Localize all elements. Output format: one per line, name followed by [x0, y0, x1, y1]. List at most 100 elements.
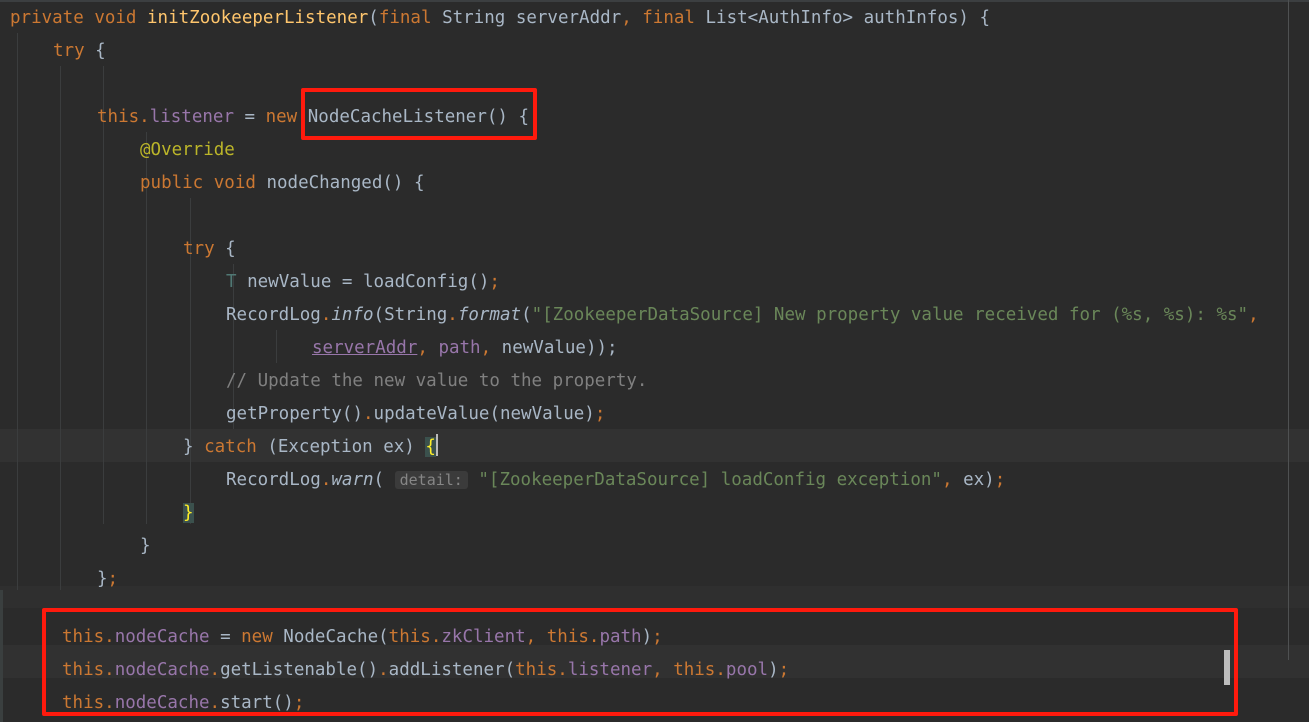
code-line-2[interactable]: try {	[53, 35, 106, 68]
line-highlight-band-2	[0, 586, 1309, 608]
token-call-getproperty: getProperty	[226, 404, 342, 424]
token-assign-1: =	[234, 107, 266, 127]
token-dot-4: .	[362, 404, 374, 424]
token-comma-2: ,	[1248, 305, 1259, 325]
indent-guide-7	[276, 330, 277, 363]
code-line-12[interactable]: // Update the new value to the property.	[226, 365, 647, 398]
token-annotation-override: @Override	[140, 140, 235, 160]
token-param-authinfos: authInfos	[863, 8, 959, 28]
code-line-1[interactable]: private void initZookeeperListener(final…	[10, 2, 990, 35]
inline-parameter-hint-detail[interactable]: detail:	[394, 471, 468, 489]
token-keyword-public: public	[140, 173, 204, 193]
code-line-18[interactable]: };	[97, 563, 118, 596]
token-var-newvalue-decl: newValue =	[236, 272, 363, 292]
token-var-ex-ref: ex	[952, 470, 985, 490]
text-caret	[435, 434, 438, 456]
code-line-10[interactable]: RecordLog.info(String.format("[Zookeeper…	[226, 299, 1259, 332]
token-parens-4: ()	[341, 404, 363, 424]
token-semicolon-4: ;	[107, 569, 119, 589]
token-field-path-1: path	[438, 338, 481, 358]
token-rparen-4: )	[984, 470, 995, 490]
token-generic-close: >	[842, 8, 854, 28]
token-comma-3: ,	[417, 338, 439, 358]
token-keyword-private: private	[10, 8, 84, 28]
token-this-1: this	[97, 107, 140, 127]
indent-guide-2	[60, 66, 61, 590]
token-dot-2: .	[320, 305, 332, 325]
token-lparen-3: (	[521, 305, 532, 325]
token-dot-3: .	[447, 305, 458, 325]
token-lparen-5: (	[256, 437, 278, 457]
token-type-exception: Exception	[277, 437, 373, 457]
token-rparen-2: )	[584, 404, 595, 424]
token-close-call-1: ));	[585, 338, 618, 358]
token-lparen-2: (	[373, 305, 385, 325]
token-keyword-final-1: final	[378, 8, 432, 28]
token-dot-5: .	[320, 470, 332, 490]
token-lparen-6: (	[373, 470, 385, 490]
token-semicolon-1: ;	[489, 272, 500, 292]
token-class-string: String	[384, 305, 448, 325]
token-call-loadconfig: loadConfig	[362, 272, 469, 292]
code-line-6[interactable]: public void nodeChanged() {	[140, 167, 425, 200]
token-class-recordlog-1: RecordLog	[226, 305, 321, 325]
code-line-5[interactable]: @Override	[140, 134, 235, 167]
token-call-updatevalue: updateValue	[373, 404, 490, 424]
token-open-brace-try-inner: {	[214, 239, 236, 259]
token-keyword-void: void	[94, 8, 137, 28]
token-static-info: info	[331, 305, 374, 325]
token-lparen: (	[368, 8, 379, 28]
token-method-nodechanged: nodeChanged	[266, 173, 383, 193]
token-type-list: List	[705, 8, 748, 28]
code-line-16[interactable]: }	[183, 497, 194, 530]
token-static-format: format	[457, 305, 522, 325]
token-comma-5: ,	[941, 470, 953, 490]
code-line-9[interactable]: T newValue = loadConfig();	[226, 266, 500, 299]
token-close-brace-anon: }	[97, 569, 108, 589]
code-line-14[interactable]: } catch (Exception ex) {	[183, 431, 438, 464]
token-close-brace-nodechanged: }	[140, 536, 151, 556]
token-var-newvalue-ref-2: newValue	[499, 404, 585, 424]
token-rparen-3: )	[404, 437, 415, 457]
token-semicolon-2: ;	[594, 404, 606, 424]
code-line-8[interactable]: try {	[183, 233, 236, 266]
token-close-brace-try: }	[183, 437, 194, 457]
token-keyword-try-outer: try	[53, 41, 85, 61]
right-margin-guide	[1288, 0, 1289, 660]
code-line-15[interactable]: RecordLog.warn( detail: "[ZookeeperDataS…	[226, 464, 1005, 497]
indent-guide-1	[17, 33, 18, 590]
token-field-listener: listener	[149, 107, 234, 127]
token-string-info-format: "[ZookeeperDataSource] New property valu…	[531, 305, 1249, 325]
token-close-brace-catch-matched: }	[183, 503, 194, 523]
token-keyword-new-1: new	[265, 107, 298, 127]
token-param-serveraddr: serverAddr	[515, 8, 622, 28]
code-editor[interactable]: private void initZookeeperListener(final…	[0, 0, 1309, 722]
token-open-brace-catch-matched: {	[425, 437, 436, 457]
token-keyword-try-inner: try	[183, 239, 215, 259]
token-comma-4: ,	[480, 338, 502, 358]
token-var-ex-decl: ex	[372, 437, 405, 457]
token-type-string: String	[442, 8, 506, 28]
token-type-authinfo: AuthInfo	[758, 8, 843, 28]
token-rparen: )	[958, 8, 969, 28]
token-keyword-catch: catch	[204, 437, 257, 457]
token-keyword-final-2: final	[642, 8, 695, 28]
code-line-17[interactable]: }	[140, 530, 151, 563]
vcs-change-bar[interactable]	[0, 590, 3, 722]
code-line-11[interactable]: serverAddr, path, newValue));	[312, 332, 618, 365]
token-generic-open: <	[747, 8, 759, 28]
token-comma-1: ,	[621, 8, 643, 28]
node-cache-listener-highlight-box	[301, 88, 537, 140]
token-open-brace-nodechanged: {	[403, 173, 425, 193]
token-open-brace-try-outer: {	[84, 41, 106, 61]
code-line-13[interactable]: getProperty().updateValue(newValue);	[226, 398, 605, 431]
token-param-serveraddr-ref: serverAddr	[312, 338, 418, 358]
token-keyword-void-2: void	[213, 173, 256, 193]
token-open-brace: {	[968, 8, 991, 28]
token-comment-update: // Update the new value to the property.	[226, 371, 648, 391]
token-parens-3: ()	[468, 272, 490, 292]
token-var-newvalue-ref-1: newValue	[501, 338, 586, 358]
token-class-recordlog-2: RecordLog	[226, 470, 321, 490]
token-parens-2: ()	[382, 173, 404, 193]
token-string-warn-message: "[ZookeeperDataSource] loadConfig except…	[478, 470, 942, 490]
